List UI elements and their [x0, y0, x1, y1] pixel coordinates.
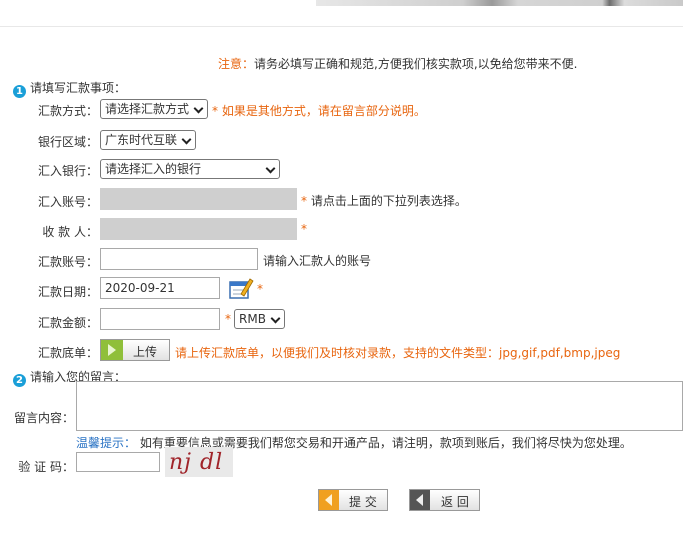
- tip-text: 温馨提示： 如有重要信息或需要我们帮您交易和开通产品，请注明，款项到账后，我们将…: [76, 434, 632, 451]
- region-select-value: 广东时代互联: [105, 133, 178, 147]
- submit-arrow-icon: [319, 490, 339, 510]
- captcha-image-text: nj dl: [169, 450, 224, 475]
- account-out-label: 汇款账号：: [37, 255, 98, 269]
- required-star: *: [257, 282, 263, 296]
- captcha-input[interactable]: [76, 452, 160, 472]
- captcha-image[interactable]: nj dl: [165, 447, 233, 477]
- section-1-title: 请填写汇款事项：: [30, 81, 127, 95]
- bank-select-value: 请选择汇入的银行: [105, 162, 202, 176]
- region-label: 银行区域：: [37, 135, 98, 149]
- message-label: 留言内容：: [13, 411, 74, 425]
- captcha-label: 验 证 码：: [18, 460, 74, 474]
- back-button[interactable]: 返 回: [409, 489, 480, 511]
- required-star: *: [301, 194, 307, 208]
- receipt-label: 汇款底单：: [37, 346, 98, 360]
- amount-input[interactable]: [100, 308, 220, 330]
- section-1-header: 1 请填写汇款事项：: [13, 79, 126, 98]
- back-label: 返 回: [441, 495, 469, 509]
- divider: [0, 26, 683, 27]
- bank-select[interactable]: 请选择汇入的银行: [100, 159, 280, 179]
- date-input[interactable]: 2020-09-21: [100, 277, 220, 299]
- payee-label: 收 款 人：: [42, 225, 98, 239]
- calendar-icon[interactable]: [228, 276, 254, 302]
- currency-select-value: RMB: [239, 312, 266, 326]
- region-select[interactable]: 广东时代互联: [100, 130, 196, 150]
- submit-button[interactable]: 提 交: [318, 489, 388, 511]
- step-2-icon: 2: [13, 374, 26, 387]
- bank-label: 汇入银行：: [37, 164, 98, 178]
- method-label: 汇款方式：: [37, 104, 98, 118]
- required-star: *: [301, 222, 307, 236]
- upload-arrow-icon: [101, 340, 123, 360]
- method-select[interactable]: 请选择汇款方式: [100, 99, 208, 119]
- top-banner-strip: [316, 0, 683, 6]
- method-select-value: 请选择汇款方式: [105, 102, 190, 116]
- upload-button[interactable]: 上传: [100, 339, 170, 361]
- notice-text: 注意：请务必填写正确和规范,方便我们核实款项,以免给您带来不便.: [218, 55, 577, 72]
- submit-label: 提 交: [349, 495, 377, 509]
- account-in-hint: * 请点击上面的下拉列表选择。: [301, 192, 467, 209]
- account-in-field: [100, 188, 297, 210]
- account-in-label: 汇入账号：: [37, 195, 98, 209]
- back-arrow-icon: [410, 490, 430, 510]
- account-out-hint: 请输入汇款人的账号: [263, 254, 372, 268]
- amount-label: 汇款金额：: [37, 316, 98, 330]
- account-in-hint-text: 请点击上面的下拉列表选择。: [310, 194, 467, 208]
- currency-select[interactable]: RMB: [234, 309, 285, 329]
- required-star: *: [225, 312, 231, 326]
- notice-body: 请务必填写正确和规范,方便我们核实款项,以免给您带来不便.: [254, 57, 578, 71]
- upload-button-label: 上传: [133, 345, 158, 359]
- tip-label: 温馨提示：: [76, 436, 137, 450]
- account-out-input[interactable]: [100, 248, 258, 270]
- message-textarea[interactable]: [76, 381, 683, 431]
- step-1-icon: 1: [13, 85, 26, 98]
- notice-label: 注意：: [218, 57, 255, 71]
- method-hint: * 如果是其他方式，请在留言部分说明。: [212, 104, 426, 118]
- payee-field: [100, 218, 297, 240]
- receipt-hint: 请上传汇款底单，以便我们及时核对录款，支持的文件类型：jpg,gif,pdf,b…: [175, 346, 621, 360]
- date-label: 汇款日期：: [37, 285, 98, 299]
